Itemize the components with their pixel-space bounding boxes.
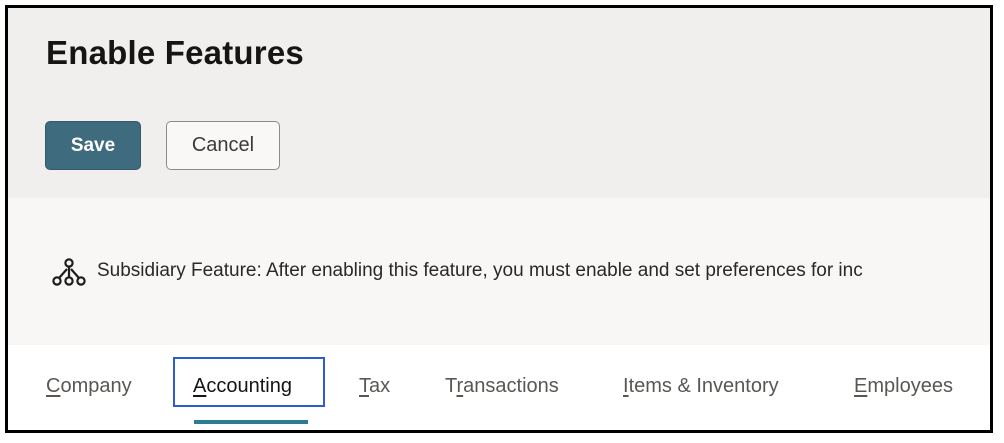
info-text: Subsidiary Feature: After enabling this …	[97, 260, 863, 281]
tab-label: ompany	[60, 375, 132, 397]
window-frame: Enable Features Save Cancel Subsidiary F…	[5, 5, 993, 433]
tab-company[interactable]: Company	[46, 375, 132, 398]
tab-label: ax	[369, 375, 391, 397]
tab-employees[interactable]: Employees	[854, 375, 953, 398]
tab-mnemonic: T	[359, 375, 369, 397]
cancel-button[interactable]: Cancel	[166, 121, 280, 170]
tab-label-prefix: T	[445, 375, 457, 397]
feature-tabs: Company Accounting Tax Transactions Item…	[8, 345, 990, 430]
tab-transactions[interactable]: Transactions	[445, 375, 559, 398]
tab-label: ccounting	[206, 375, 292, 397]
tab-mnemonic: E	[854, 375, 868, 397]
tab-label: tems & Inventory	[628, 375, 779, 397]
active-tab-indicator	[194, 420, 308, 424]
info-banner: Subsidiary Feature: After enabling this …	[8, 198, 990, 345]
tab-accounting[interactable]: Accounting	[193, 375, 292, 398]
page-header: Enable Features Save Cancel	[8, 8, 990, 198]
page-title: Enable Features	[46, 34, 304, 71]
hierarchy-icon	[52, 258, 86, 288]
tab-label: ansactions	[463, 375, 559, 397]
save-button[interactable]: Save	[45, 121, 141, 170]
tab-tax[interactable]: Tax	[359, 375, 390, 398]
tab-mnemonic: A	[193, 375, 207, 397]
tab-label: mployees	[867, 375, 953, 397]
tab-items-inventory[interactable]: Items & Inventory	[623, 375, 779, 398]
tab-mnemonic: C	[46, 375, 61, 397]
